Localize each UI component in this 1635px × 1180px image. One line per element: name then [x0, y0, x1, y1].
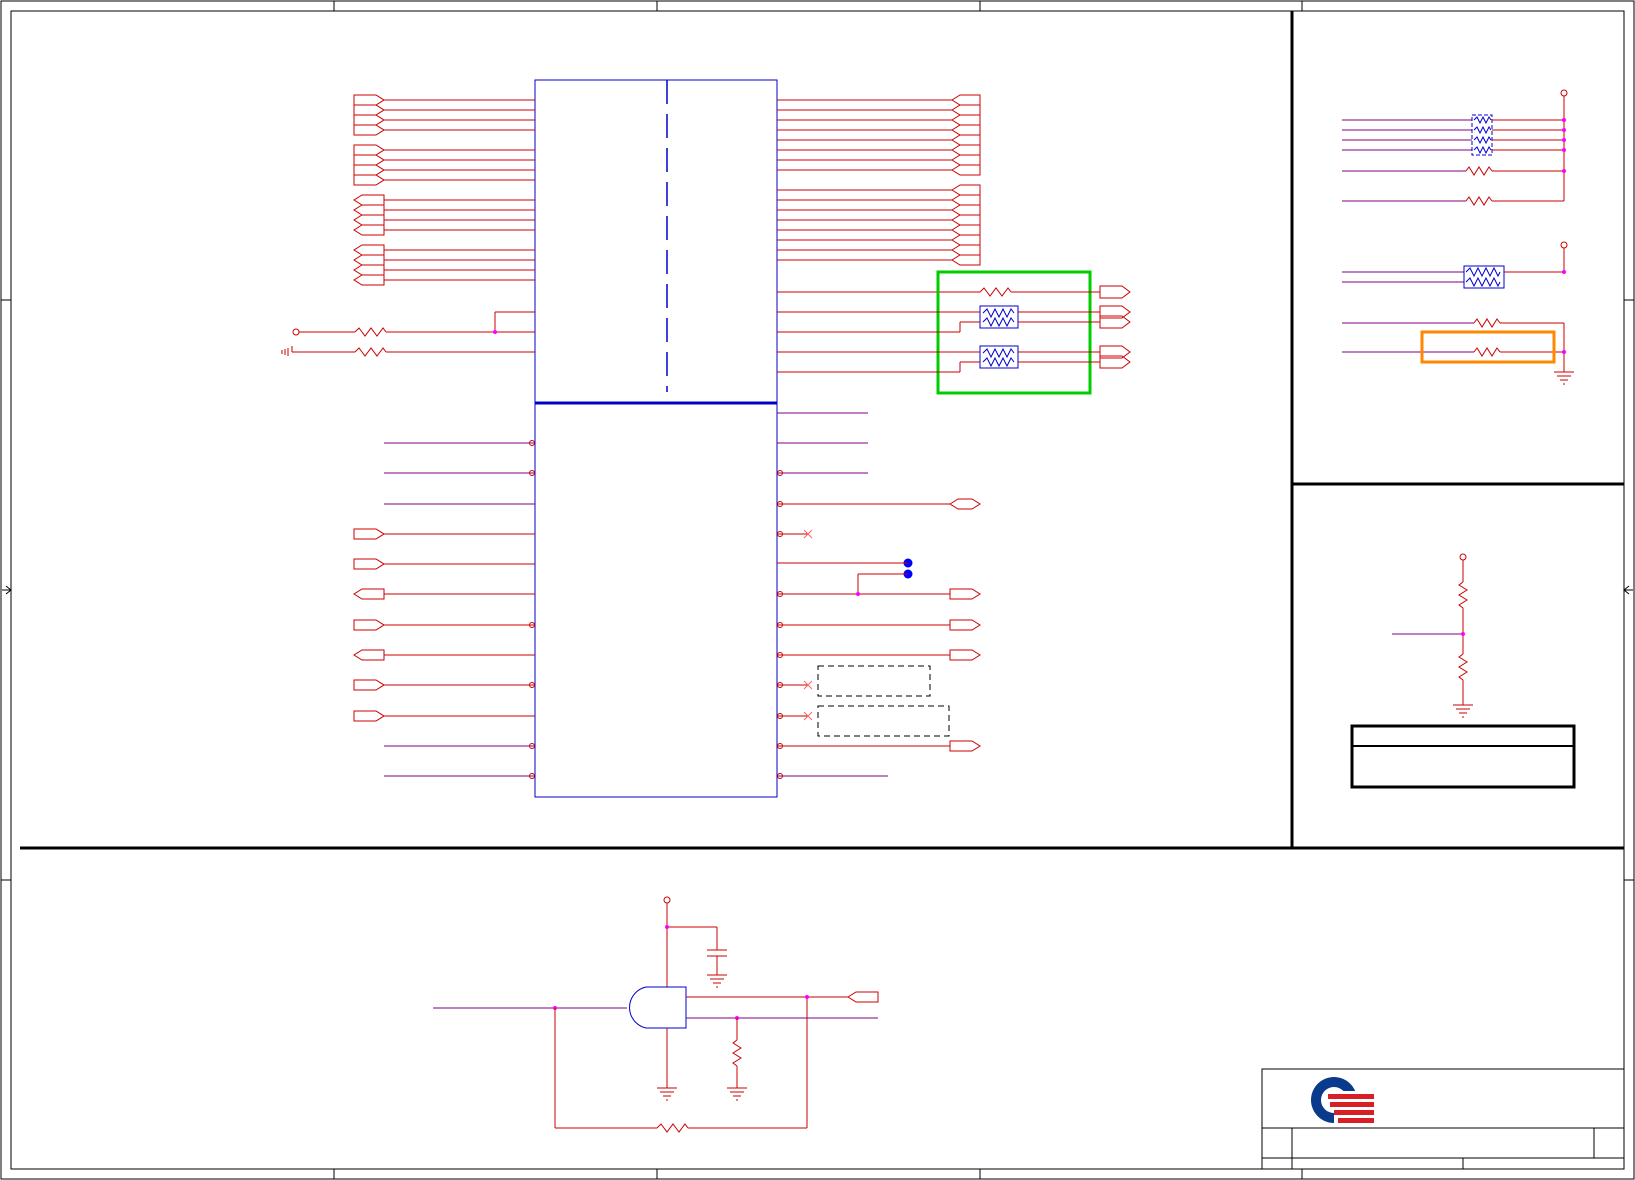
resistor-icon	[354, 347, 387, 357]
left-resistor-inputs	[281, 311, 535, 357]
off-page-connector	[353, 649, 385, 661]
right-lower-extras	[777, 558, 950, 737]
resistor-icon	[1473, 347, 1501, 357]
ground-icon	[707, 974, 727, 988]
resistor-icon	[1465, 196, 1493, 206]
off-page-connector	[353, 154, 385, 166]
off-page-connector	[951, 134, 981, 146]
off-page-connector	[949, 740, 981, 752]
off-page-connector	[353, 558, 385, 570]
off-page-connector	[353, 528, 385, 540]
and-gate-icon	[629, 986, 687, 1029]
resistor-icon	[1473, 318, 1501, 328]
and-gate-circuit	[433, 896, 879, 1133]
off-page-connector	[951, 114, 981, 126]
ground-icon	[1453, 704, 1473, 718]
company-logo-icon	[1311, 1077, 1374, 1126]
off-page-connector	[949, 498, 981, 510]
off-page-connector	[353, 224, 385, 236]
resistor-icon	[732, 1039, 742, 1067]
ground-icon	[281, 346, 293, 356]
off-page-connector	[353, 214, 385, 226]
section-dividers	[20, 11, 1624, 850]
ground-icon	[657, 1087, 677, 1101]
title-block	[1261, 1068, 1625, 1170]
capacitor-icon	[707, 949, 727, 957]
off-page-connector	[951, 104, 981, 116]
resistor-network-icon	[979, 345, 1019, 369]
off-page-connector	[353, 679, 385, 691]
off-page-connector	[949, 588, 981, 600]
off-page-connector	[353, 204, 385, 216]
divider-table	[1350, 724, 1576, 789]
resistor-icon	[1458, 653, 1468, 681]
off-page-connector	[951, 214, 981, 226]
pullup-section	[1342, 89, 1574, 385]
off-page-connector	[353, 164, 385, 176]
off-page-connector	[951, 254, 981, 266]
off-page-connector	[951, 144, 981, 156]
resistor-icon	[1458, 581, 1468, 609]
off-page-connector	[353, 588, 385, 600]
off-page-connector	[353, 264, 385, 276]
off-page-connector	[951, 154, 981, 166]
off-page-connector	[951, 124, 981, 136]
highlight-box-orange	[1420, 330, 1556, 364]
off-page-connector	[353, 274, 385, 286]
off-page-connector	[353, 254, 385, 266]
off-page-connector	[353, 114, 385, 126]
off-page-connector	[951, 194, 981, 206]
schematic-canvas	[0, 0, 1635, 1180]
off-page-connector	[951, 94, 981, 106]
off-page-connector	[353, 244, 385, 256]
off-page-connector	[951, 204, 981, 216]
off-page-connector	[353, 94, 385, 106]
off-page-connector	[353, 710, 385, 722]
off-page-connector	[353, 124, 385, 136]
resistor-icon	[656, 1123, 689, 1133]
schematic-sheet	[0, 0, 1635, 1180]
off-page-connector	[951, 184, 981, 196]
highlight-box-green	[777, 270, 1131, 395]
off-page-connector	[353, 194, 385, 206]
resistor-icon	[1465, 166, 1493, 176]
off-page-connector	[951, 164, 981, 176]
off-page-connector	[353, 144, 385, 156]
resistor-network-icon	[979, 305, 1019, 329]
off-page-connector	[949, 649, 981, 661]
ground-icon	[727, 1087, 747, 1101]
ground-icon	[1554, 371, 1574, 385]
resistor-icon	[354, 327, 387, 337]
off-page-connector	[951, 234, 981, 246]
off-page-connector	[951, 224, 981, 236]
off-page-connector	[949, 619, 981, 631]
main-ic	[534, 79, 778, 798]
off-page-connector	[353, 174, 385, 186]
off-page-connector	[353, 104, 385, 116]
off-page-connector	[353, 619, 385, 631]
resistor-icon	[979, 287, 1012, 297]
sheet-frame	[0, 0, 1635, 1180]
off-page-connector	[951, 244, 981, 256]
divider-section	[1392, 553, 1473, 718]
